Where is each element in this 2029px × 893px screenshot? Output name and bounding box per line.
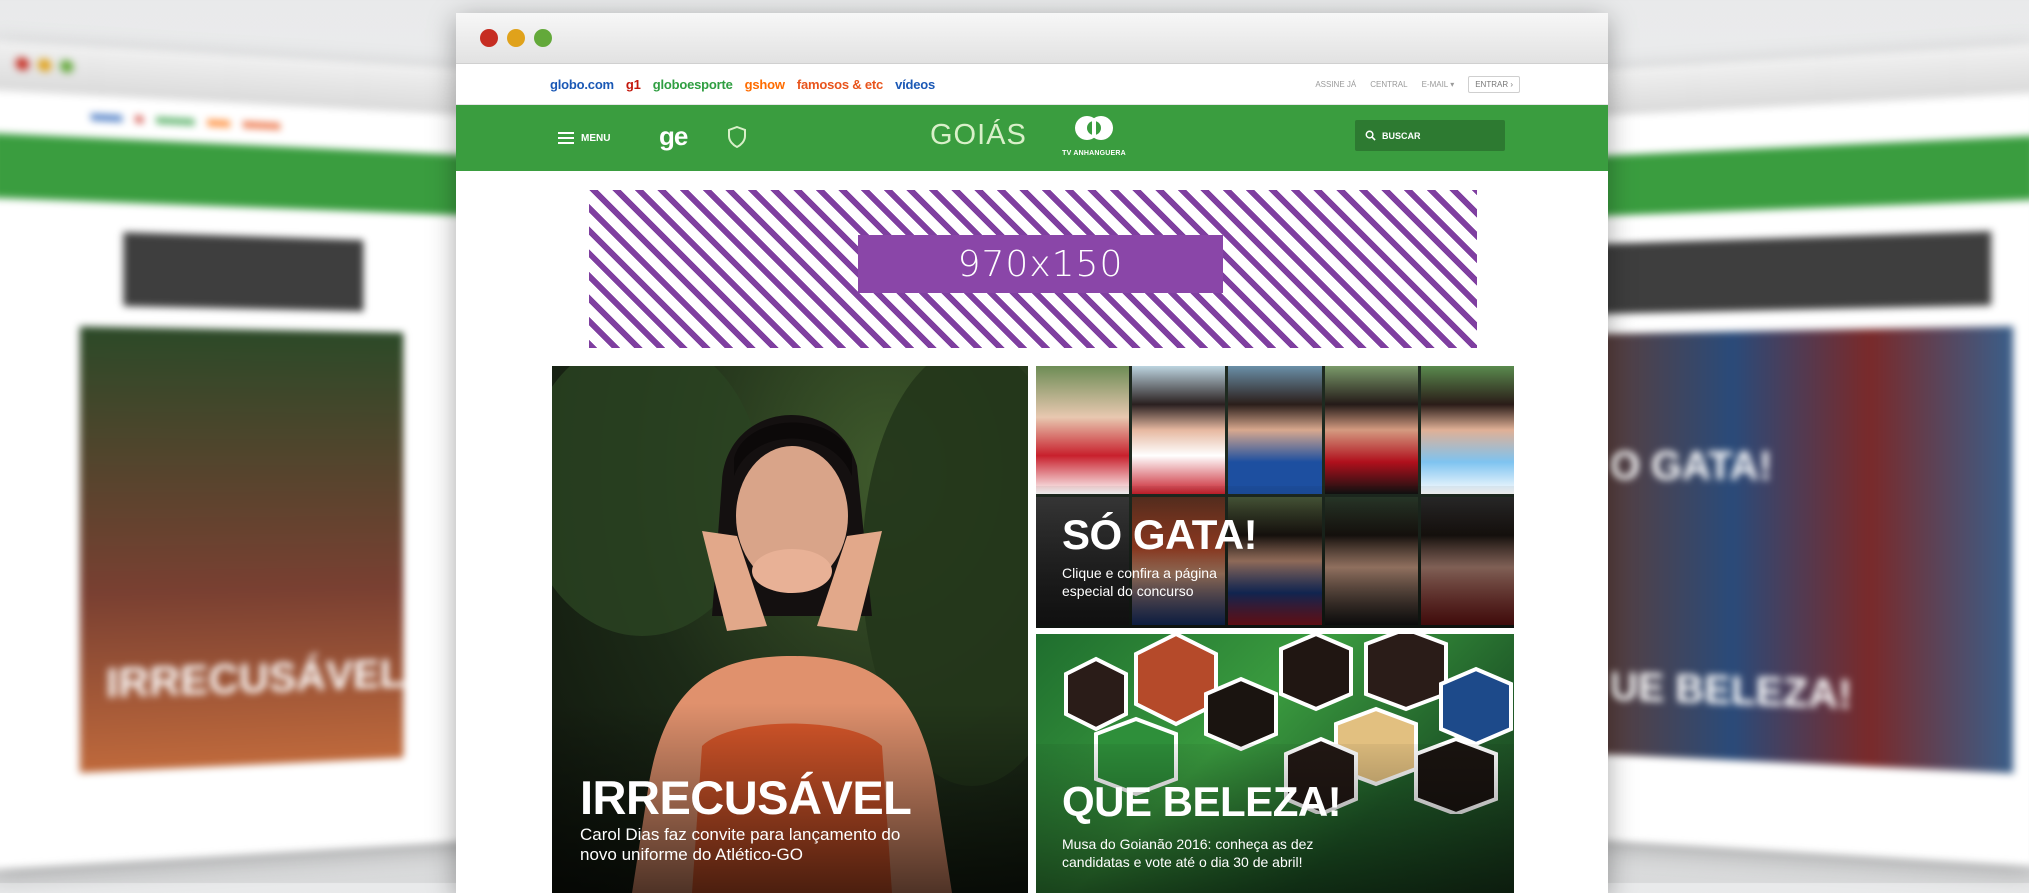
ad-banner-slot[interactable]: 970x150 [589,190,1477,348]
promo-card-que-beleza[interactable]: QUE BELEZA! Musa do Goianão 2016: conheç… [1036,634,1514,893]
search-icon [1365,130,1376,141]
promo-subtitle-so-gata: Clique e confira a página especial do co… [1062,565,1217,599]
tv-anhanguera-logo[interactable]: TV ANHANGUERA [1038,113,1150,157]
promo-title-so-gata: SÓ GATA! [1062,511,1258,558]
site-header: MENU ge GOIÁS TV ANHANGUERA BUSCAR [456,105,1608,171]
email-label: E-MAIL [1421,79,1448,89]
background-browser-left: ■■■■ ■ ■■■■■ ■■■ ■■■■■ IRRECUSÁVEL [0,40,482,870]
chevron-down-icon: ▾ [1450,79,1455,89]
maximize-window-button[interactable] [534,29,552,47]
network-link-gshow[interactable]: gshow [745,77,785,92]
menu-label: MENU [581,132,611,144]
central-link[interactable]: CENTRAL [1370,80,1407,89]
blurred-promo-title-1: O GATA! [1609,443,1773,489]
hamburger-icon [558,132,574,144]
shield-icon[interactable] [728,126,746,148]
chevron-right-icon: › [1510,79,1513,89]
promo-card-so-gata[interactable]: SÓ GATA! Clique e confira a página espec… [1036,366,1514,628]
minimize-window-button[interactable] [507,29,525,47]
assine-link[interactable]: ASSINE JÁ [1315,80,1356,89]
blurred-story-title: IRRECUSÁVEL [106,651,405,707]
close-window-button[interactable] [480,29,498,47]
promo-title-que-beleza: QUE BELEZA! [1062,778,1342,825]
network-link-g1[interactable]: g1 [626,77,641,92]
browser-chrome [456,13,1608,64]
menu-button[interactable]: MENU [558,105,610,171]
network-links: globo.com g1 globoesporte gshow famosos … [550,64,935,104]
tv-name: TV ANHANGUERA [1062,150,1126,157]
main-story-subtitle[interactable]: Carol Dias faz convite para lançamento d… [580,825,940,865]
ad-size-label: 970x150 [858,235,1223,293]
main-story-title[interactable]: IRRECUSÁVEL [580,770,912,825]
search-label: BUSCAR [1382,130,1421,141]
region-title[interactable]: GOIÁS [930,119,1027,152]
network-link-globo[interactable]: globo.com [550,77,614,92]
network-link-famosos[interactable]: famosos & etc [797,77,883,92]
ge-logo[interactable]: ge [659,121,688,152]
blurred-promo-title-2: UE BELEZA! [1609,664,1853,718]
entrar-label: ENTRAR [1475,79,1509,89]
network-link-videos[interactable]: vídeos [895,77,935,92]
main-story-card[interactable]: IRRECUSÁVEL Carol Dias faz convite para … [552,366,1028,893]
search-button[interactable]: BUSCAR [1355,120,1505,151]
promo-subtitle-que-beleza: Musa do Goianão 2016: conheça as dez can… [1062,836,1314,870]
network-link-globoesporte[interactable]: globoesporte [653,77,733,92]
background-browser-right: O GATA! UE BELEZA! [1600,43,2029,867]
globo-network-bar: globo.com g1 globoesporte gshow famosos … [456,64,1608,105]
tv-anhanguera-icon [1075,116,1113,140]
email-link[interactable]: E-MAIL ▾ [1422,80,1455,89]
entrar-button[interactable]: ENTRAR › [1468,75,1520,93]
browser-window: globo.com g1 globoesporte gshow famosos … [456,13,1608,893]
